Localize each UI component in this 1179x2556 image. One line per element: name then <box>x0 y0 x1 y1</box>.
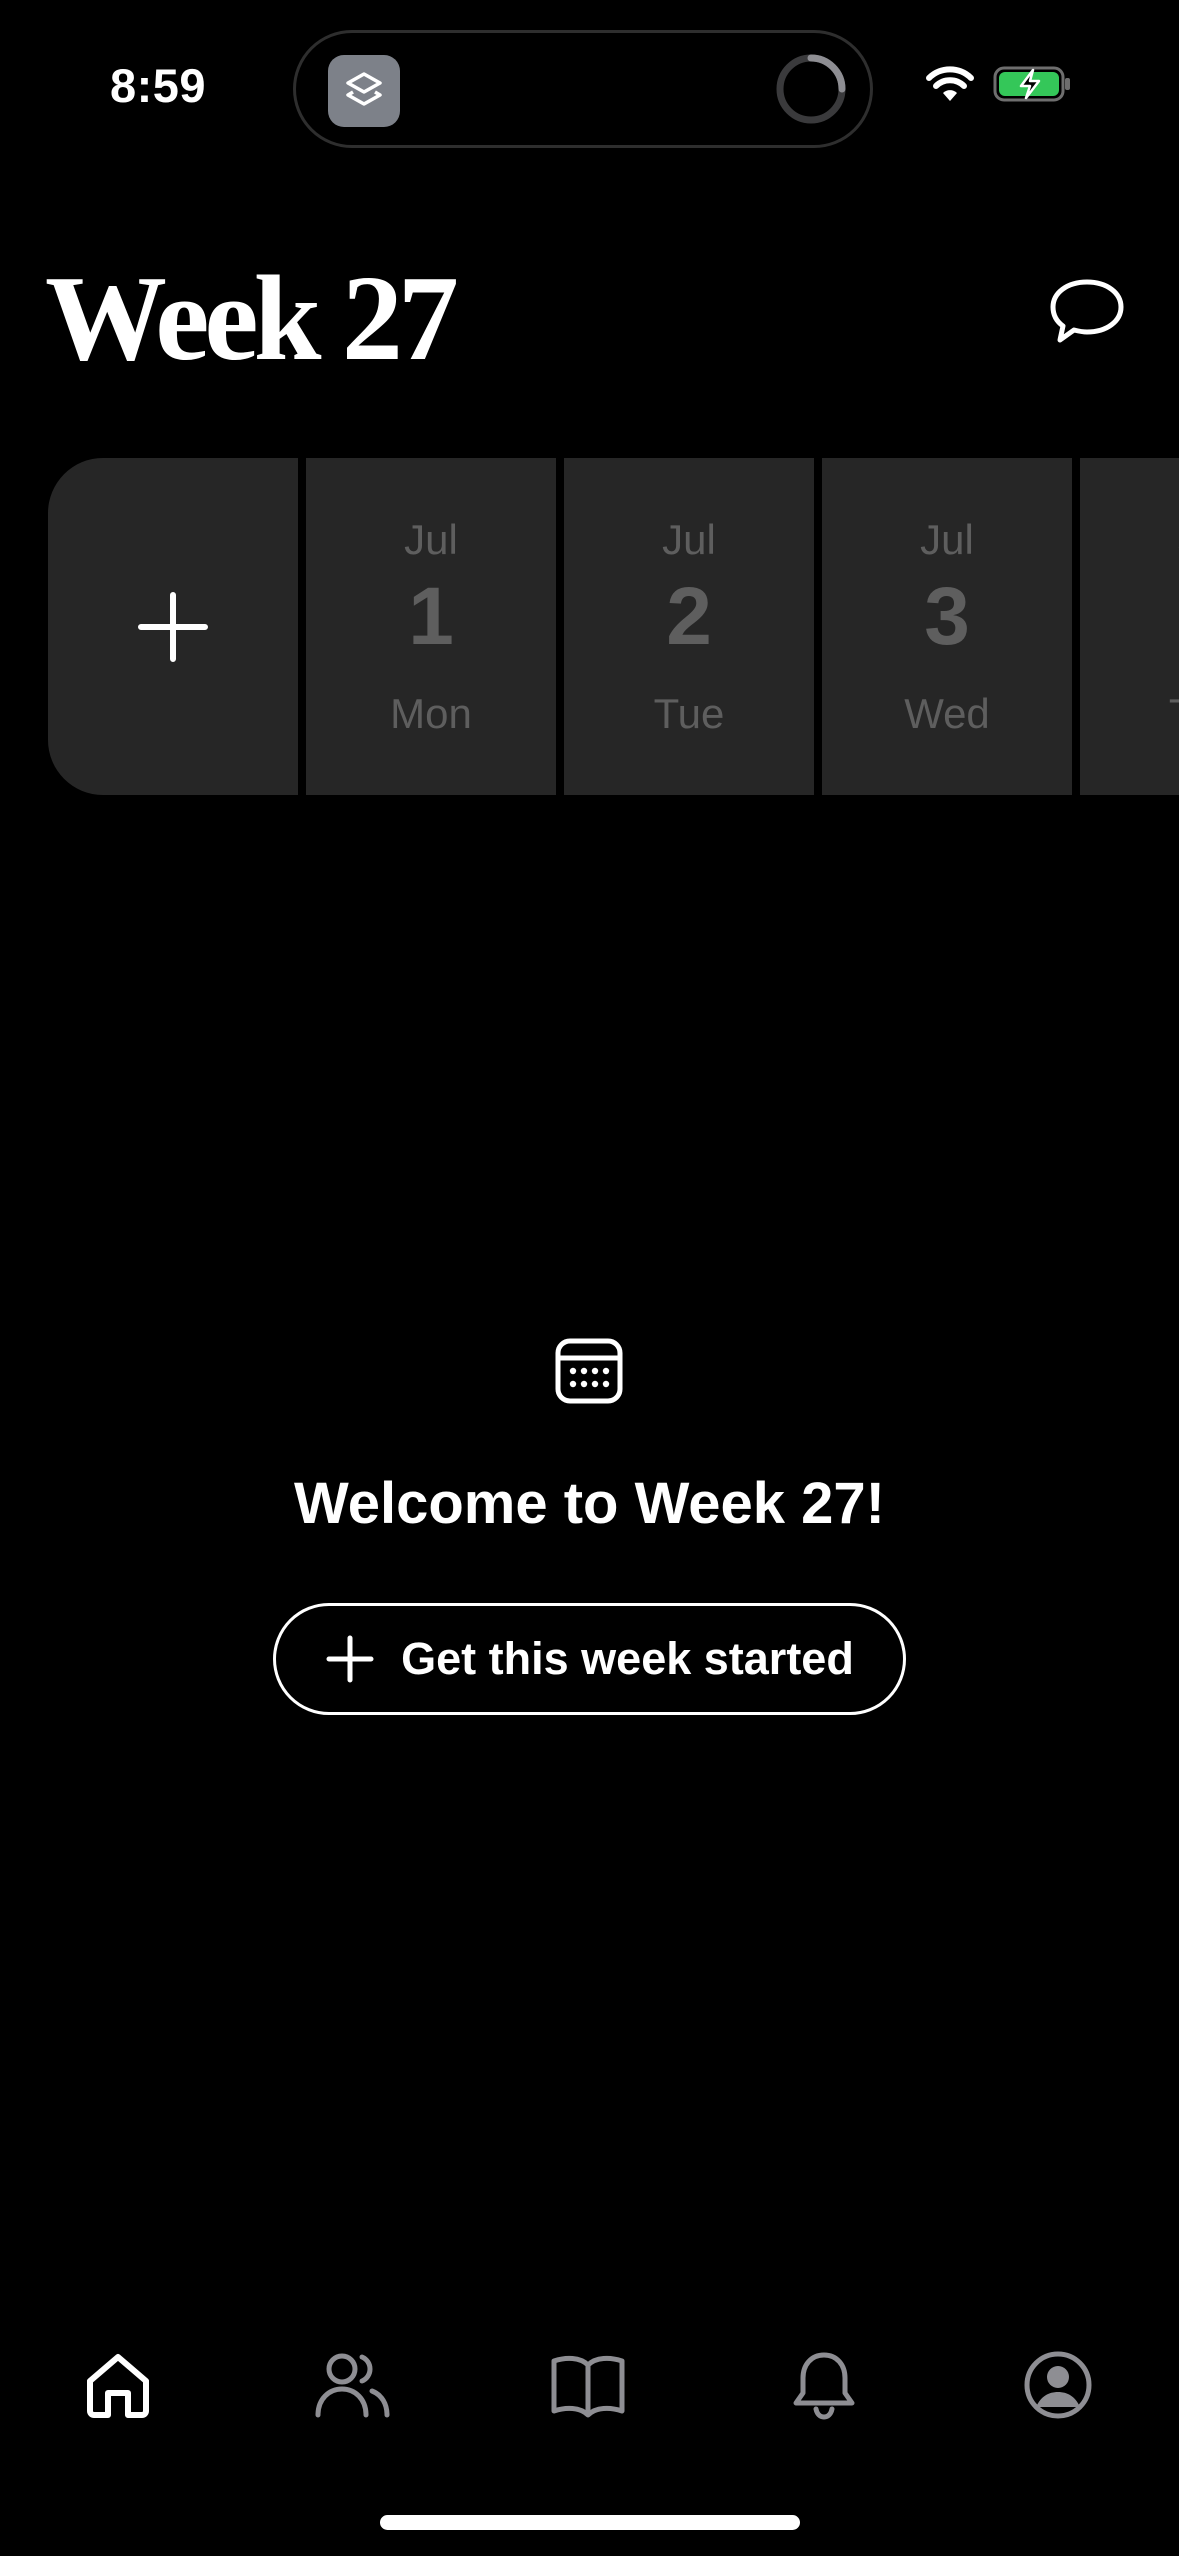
page-title: Week 27 <box>45 251 459 386</box>
profile-icon <box>1024 2351 1092 2419</box>
day-weekday: Mon <box>390 690 472 737</box>
day-cell-thu[interactable]: Jul 4 Thu <box>1080 458 1179 795</box>
tab-notifications[interactable] <box>784 2345 864 2425</box>
bell-icon <box>793 2352 855 2420</box>
day-month: Jul <box>1080 516 1179 564</box>
day-month: Jul <box>404 516 458 563</box>
status-indicators <box>925 64 1073 104</box>
calendar-icon <box>555 1338 623 1404</box>
dynamic-island <box>293 30 873 148</box>
tab-people[interactable] <box>312 2345 392 2425</box>
book-icon <box>551 2355 625 2418</box>
get-started-button[interactable]: Get this week started <box>273 1603 906 1715</box>
tab-profile[interactable] <box>1018 2345 1098 2425</box>
day-number: 3 <box>924 571 970 662</box>
plus-icon <box>138 591 208 662</box>
people-icon <box>315 2353 390 2418</box>
day-strip: Jul 1 Mon Jul 2 Tue Jul 3 Wed Jul 4 Thu <box>48 458 1179 795</box>
wifi-icon <box>926 66 974 101</box>
add-day-button[interactable] <box>48 458 298 795</box>
get-started-label: Get this week started <box>401 1633 854 1684</box>
battery-charging-icon <box>993 66 1070 102</box>
status-time: 8:59 <box>110 59 207 112</box>
day-number: 4 <box>1080 576 1179 658</box>
home-icon <box>87 2354 149 2418</box>
day-cell-mon[interactable]: Jul 1 Mon <box>306 458 556 795</box>
day-month: Jul <box>920 516 974 563</box>
tab-journal[interactable] <box>548 2345 628 2425</box>
plus-icon <box>326 1635 374 1683</box>
chat-bubble-icon <box>1050 279 1124 343</box>
day-weekday: Thu <box>1080 690 1179 738</box>
day-cell-wed[interactable]: Jul 3 Wed <box>822 458 1072 795</box>
tab-home[interactable] <box>78 2345 158 2425</box>
welcome-heading: Welcome to Week 27! <box>294 1471 885 1536</box>
day-number: 2 <box>666 571 712 662</box>
shortcuts-app-icon <box>328 55 400 127</box>
activity-spinner-icon <box>776 54 846 124</box>
day-weekday: Wed <box>904 690 990 737</box>
home-indicator[interactable] <box>380 2515 800 2530</box>
day-month: Jul <box>662 516 716 563</box>
day-weekday: Tue <box>653 690 725 737</box>
chat-button[interactable] <box>1042 272 1132 352</box>
day-number: 1 <box>408 571 454 662</box>
day-cell-tue[interactable]: Jul 2 Tue <box>564 458 814 795</box>
